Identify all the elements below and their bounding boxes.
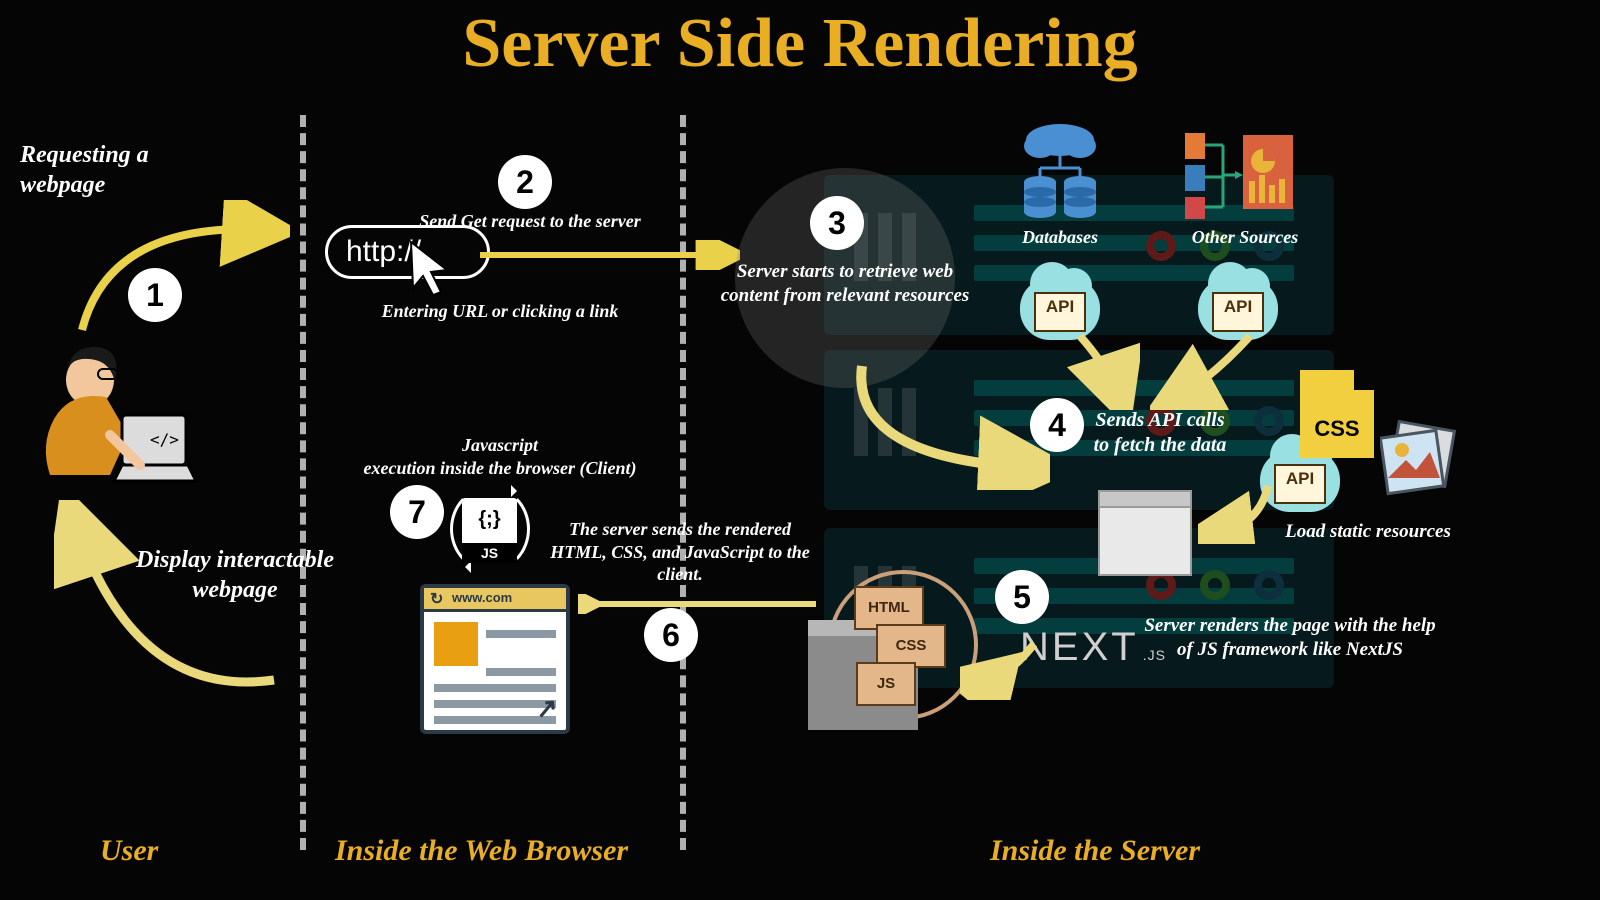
- step-6-label: The server sends the rendered HTML, CSS,…: [545, 518, 815, 586]
- column-divider-2: [680, 115, 686, 850]
- cursor-icon: [405, 240, 453, 296]
- diagram-title: Server Side Rendering: [0, 4, 1600, 84]
- other-sources-icon: [1185, 125, 1295, 220]
- js-chip: JS: [856, 662, 916, 706]
- user-at-laptop-icon: </>: [10, 335, 200, 505]
- arrow-server-to-client: [578, 594, 818, 614]
- step-1-label: Requesting a webpage: [20, 140, 200, 200]
- step-7-badge: 7: [390, 485, 444, 539]
- step-5-badge: 5: [995, 570, 1049, 624]
- image-asset-icon: [1380, 420, 1460, 500]
- arrow-static-down: [1198, 480, 1278, 544]
- database-cloud-icon: [1010, 120, 1110, 230]
- diagram-canvas: Server Side Rendering User Inside the We…: [0, 0, 1600, 900]
- arrow-step5-to-output: [960, 640, 1040, 700]
- file-window-icon: [1098, 490, 1192, 576]
- step-4-label: Sends API calls to fetch the data: [1090, 408, 1230, 458]
- load-static-label: Load static resources: [1268, 520, 1468, 544]
- step-1-badge: 1: [128, 268, 182, 322]
- svg-text:</>: </>: [150, 430, 179, 449]
- column-label-server: Inside the Server: [990, 834, 1200, 868]
- databases-label: Databases: [1000, 226, 1120, 249]
- browser-window-icon: www.com ↖: [420, 584, 570, 734]
- step-display-label: Display interactable webpage: [120, 545, 350, 605]
- arrow-step3-to-step4: [840, 360, 1050, 490]
- step-5-label: Server renders the page with the help of…: [1135, 614, 1445, 662]
- arrow-browser-to-user: [54, 500, 284, 710]
- step-3-label: Server starts to retrieve web content fr…: [720, 260, 970, 308]
- column-divider-1: [300, 115, 306, 850]
- arrow-user-to-browser: [70, 200, 290, 350]
- step-7-label: Javascript execution inside the browser …: [350, 434, 650, 479]
- arrow-api2-down: [1150, 330, 1260, 410]
- column-label-user: User: [100, 834, 158, 868]
- browser-address: www.com: [452, 590, 512, 605]
- other-sources-label: Other Sources: [1175, 226, 1315, 249]
- step-3-badge: 3: [810, 196, 864, 250]
- arrow-api1-down: [1060, 330, 1140, 410]
- step-6-badge: 6: [644, 608, 698, 662]
- arrow-request-to-server: [480, 240, 740, 270]
- js-file-icon: JS: [462, 498, 517, 563]
- step-2-badge: 2: [498, 155, 552, 209]
- step-2-bottom-label: Entering URL or clicking a link: [350, 300, 650, 323]
- css-file-icon: CSS: [1300, 370, 1374, 458]
- column-label-browser: Inside the Web Browser: [335, 834, 628, 868]
